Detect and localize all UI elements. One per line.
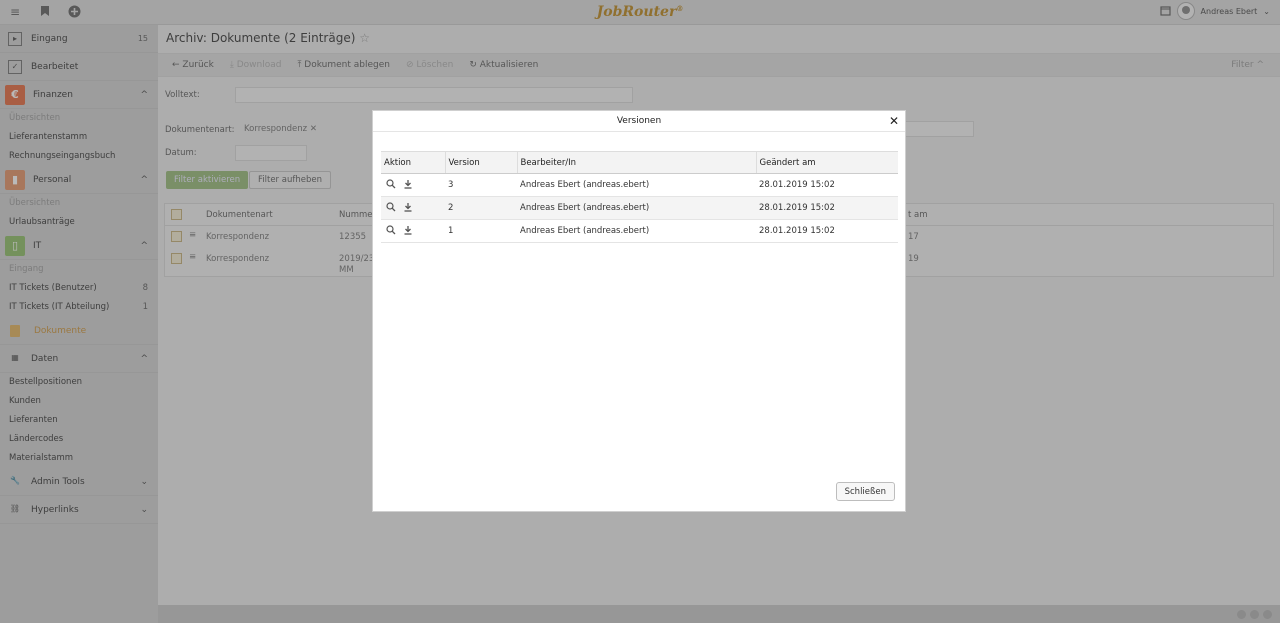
- version-cell: 3: [445, 173, 517, 197]
- close-icon[interactable]: ✕: [889, 114, 899, 128]
- versions-dialog: Versionen ✕ Aktion Version Bearbeiter/In…: [372, 110, 906, 512]
- search-icon[interactable]: [386, 201, 396, 212]
- editor-cell: Andreas Ebert (andreas.ebert): [517, 219, 756, 243]
- search-icon[interactable]: [386, 178, 396, 189]
- dialog-title: Versionen: [616, 116, 662, 126]
- changed-cell: 28.01.2019 15:02: [756, 219, 898, 243]
- editor-cell: Andreas Ebert (andreas.ebert): [517, 173, 756, 197]
- column-header-action[interactable]: Aktion: [381, 151, 445, 174]
- versions-table: Aktion Version Bearbeiter/In Geändert am…: [381, 151, 898, 243]
- table-row[interactable]: 1 Andreas Ebert (andreas.ebert) 28.01.20…: [381, 219, 898, 243]
- download-icon[interactable]: [403, 225, 413, 235]
- column-header-changed[interactable]: Geändert am: [755, 151, 898, 174]
- editor-cell: Andreas Ebert (andreas.ebert): [517, 196, 756, 220]
- version-cell: 2: [445, 196, 517, 220]
- search-icon[interactable]: [386, 224, 396, 235]
- download-icon[interactable]: [403, 202, 413, 212]
- table-row[interactable]: 2 Andreas Ebert (andreas.ebert) 28.01.20…: [381, 196, 898, 220]
- changed-cell: 28.01.2019 15:02: [756, 196, 898, 220]
- dialog-header: Versionen ✕: [373, 111, 905, 132]
- column-header-version[interactable]: Version: [444, 151, 517, 174]
- column-header-editor[interactable]: Bearbeiter/In: [516, 151, 756, 174]
- versions-table-header: Aktion Version Bearbeiter/In Geändert am: [381, 151, 898, 174]
- version-cell: 1: [445, 219, 517, 243]
- download-icon[interactable]: [403, 179, 413, 189]
- close-button[interactable]: Schließen: [835, 482, 895, 501]
- table-row[interactable]: 3 Andreas Ebert (andreas.ebert) 28.01.20…: [381, 173, 898, 197]
- changed-cell: 28.01.2019 15:02: [756, 173, 898, 197]
